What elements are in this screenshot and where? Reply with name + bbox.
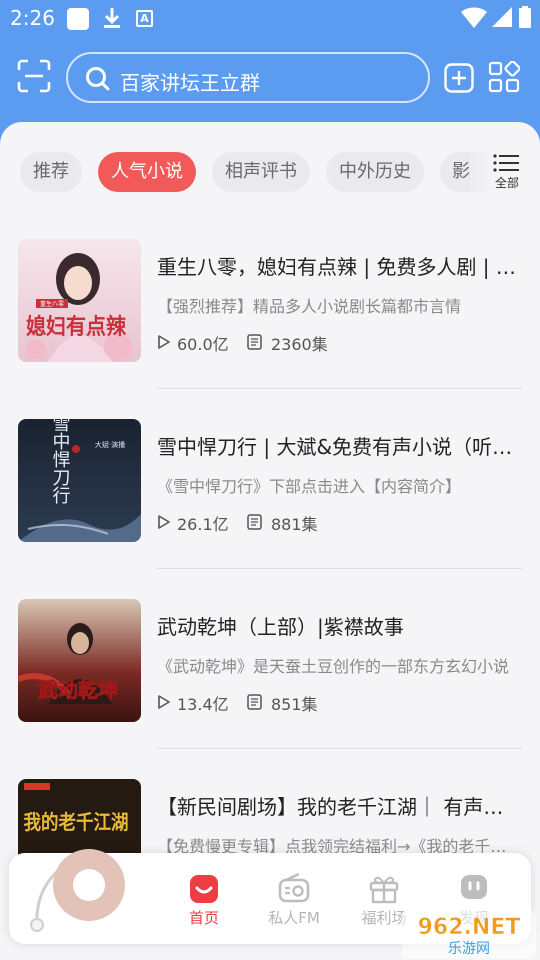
nav-personal-fm[interactable]: 私人FM bbox=[254, 867, 334, 933]
tab-history[interactable]: 中外历史 bbox=[326, 152, 424, 192]
book-cover: 雪中悍刀行 大斌·演播 bbox=[18, 419, 141, 542]
book-cover: 重生八零 媳妇有点辣 bbox=[18, 239, 141, 362]
episode-count: 2360集 bbox=[271, 335, 328, 354]
cover-title: 雪中悍刀行 bbox=[50, 419, 71, 504]
download-icon bbox=[104, 8, 120, 28]
play-count: 13.4亿 bbox=[177, 695, 229, 714]
all-categories-button[interactable]: 全部 bbox=[490, 152, 524, 194]
category-tabs: 推荐 人气小说 相声评书 中外历史 影 全部 bbox=[0, 152, 540, 194]
status-time: 2:26 bbox=[10, 6, 55, 30]
list-item[interactable]: 武动乾坤 武动乾坤（上部）|紫襟故事 《武动乾坤》是天蚕土豆创作的一部东方玄幻小… bbox=[0, 599, 540, 723]
divider bbox=[157, 568, 522, 569]
divider bbox=[157, 388, 522, 389]
list-item[interactable]: 雪中悍刀行 大斌·演播 雪中悍刀行 | 大斌&免费有声小说（听书） 《雪中悍刀行… bbox=[0, 419, 540, 543]
play-count-icon bbox=[158, 515, 170, 529]
book-title[interactable]: 【新民间剧场】我的老千江湖｜ 有声小说 bbox=[157, 791, 517, 820]
add-icon[interactable] bbox=[444, 63, 474, 93]
app-notification-icon bbox=[67, 8, 89, 30]
category-grid-icon[interactable] bbox=[488, 61, 520, 93]
tab-recommend[interactable]: 推荐 bbox=[20, 152, 82, 192]
search-input[interactable]: 百家讲坛王立群 bbox=[120, 67, 260, 96]
discover-chat-icon bbox=[461, 875, 487, 899]
radio-icon bbox=[278, 872, 310, 903]
episode-count: 881集 bbox=[271, 515, 318, 534]
book-title[interactable]: 雪中悍刀行 | 大斌&免费有声小说（听书） bbox=[157, 431, 517, 460]
cover-title: 媳妇有点辣 bbox=[26, 314, 127, 340]
book-title[interactable]: 重生八零，媳妇有点辣 | 免费多人剧 | 多人有声剧 bbox=[157, 251, 517, 280]
book-description: 【强烈推荐】精品多人小说剧长篇都市言情 bbox=[157, 297, 462, 316]
episode-list-icon bbox=[247, 334, 262, 350]
menu-list-icon bbox=[493, 154, 519, 172]
play-count: 26.1亿 bbox=[177, 515, 229, 534]
watermark-sub: 乐游网 bbox=[448, 941, 490, 957]
gift-icon bbox=[369, 876, 399, 904]
tab-popular-novels[interactable]: 人气小说 bbox=[98, 152, 196, 192]
cover-title: 武动乾坤 bbox=[38, 678, 118, 702]
play-count-icon bbox=[158, 695, 170, 709]
battery-icon bbox=[519, 6, 531, 28]
status-bar: 2:26 A bbox=[0, 0, 540, 38]
episode-list-icon bbox=[247, 694, 262, 710]
wifi-icon bbox=[461, 7, 487, 28]
content-panel: 推荐 人气小说 相声评书 中外历史 影 全部 重生八零 媳妇有点辣 重生八零，媳… bbox=[0, 122, 540, 960]
divider bbox=[157, 748, 522, 749]
cover-tag: 大斌·演播 bbox=[95, 440, 125, 449]
site-watermark-logo: 962.NET 乐游网 bbox=[402, 910, 536, 958]
play-count-icon bbox=[158, 335, 170, 349]
play-count: 60.0亿 bbox=[177, 335, 229, 354]
mini-player-disc[interactable] bbox=[27, 847, 137, 947]
all-categories-label: 全部 bbox=[494, 176, 519, 190]
nav-home-label: 首页 bbox=[188, 909, 219, 927]
watermark-main: 962.NET bbox=[418, 915, 521, 940]
nav-home[interactable]: 首页 bbox=[164, 867, 244, 933]
cover-title: 我的老千江湖 bbox=[24, 810, 129, 834]
book-description: 《雪中悍刀行》下部点击进入【内容简介】 bbox=[157, 477, 462, 496]
search-icon bbox=[86, 67, 110, 91]
home-icon bbox=[190, 875, 218, 903]
scan-icon[interactable] bbox=[17, 59, 51, 93]
book-cover: 武动乾坤 bbox=[18, 599, 141, 722]
episode-count: 851集 bbox=[271, 695, 318, 714]
cover-tag: 重生八零 bbox=[40, 300, 64, 308]
nav-fm-label: 私人FM bbox=[268, 909, 320, 927]
signal-icon bbox=[492, 7, 512, 27]
episode-list-icon bbox=[247, 514, 262, 530]
book-description: 《武动乾坤》是天蚕土豆创作的一部东方玄幻小说 bbox=[157, 657, 510, 676]
list-item[interactable]: 重生八零 媳妇有点辣 重生八零，媳妇有点辣 | 免费多人剧 | 多人有声剧 【强… bbox=[0, 239, 540, 363]
tab-crosstalk-storytelling[interactable]: 相声评书 bbox=[212, 152, 310, 192]
a-notification-icon: A bbox=[136, 10, 153, 27]
search-bar[interactable]: 百家讲坛王立群 bbox=[66, 52, 430, 103]
book-title[interactable]: 武动乾坤（上部）|紫襟故事 bbox=[157, 611, 517, 640]
